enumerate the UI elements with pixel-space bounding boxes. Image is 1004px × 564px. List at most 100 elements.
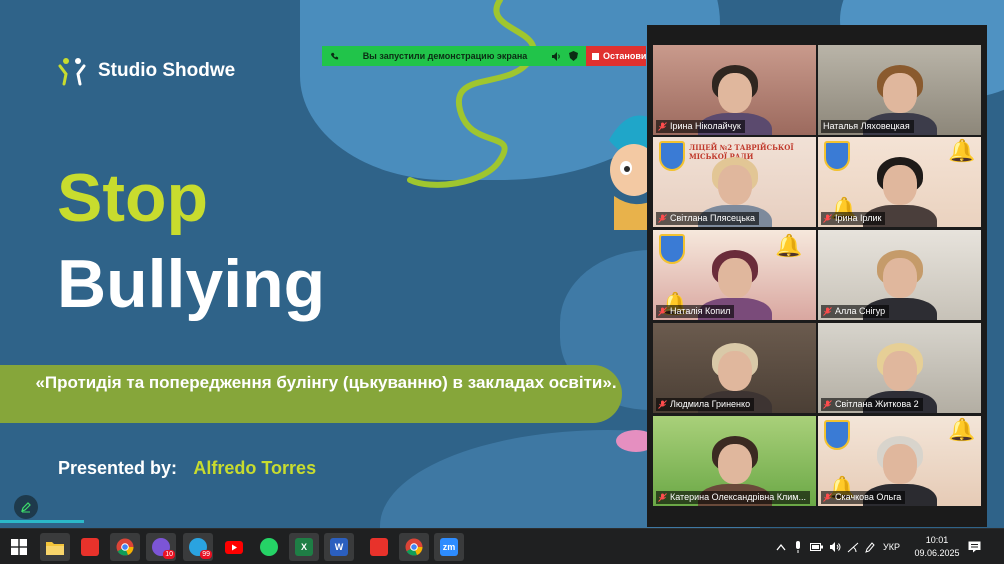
- taskbar-viber-app[interactable]: 10: [146, 533, 176, 561]
- participant-name: Світлана Житкова 2: [835, 399, 919, 409]
- speaker-icon[interactable]: [551, 51, 561, 61]
- participant-name-tag: Світлана Плясецька: [656, 212, 760, 225]
- participant-tile[interactable]: Світлана Житкова 2: [818, 323, 981, 413]
- annotate-pen-button[interactable]: [14, 495, 38, 519]
- mic-muted-icon: [823, 493, 832, 502]
- mic-muted-icon: [658, 493, 667, 502]
- participant-tile[interactable]: 🔔 🔔 Наталія Копил: [653, 230, 816, 320]
- taskbar-chrome-app[interactable]: [110, 533, 140, 561]
- input-language[interactable]: УКР: [883, 542, 900, 552]
- mic-muted-icon: [658, 307, 667, 316]
- system-clock[interactable]: 10:01 09.06.2025: [908, 534, 966, 560]
- person-face: [717, 258, 752, 298]
- taskbar-youtube-app[interactable]: [219, 533, 249, 561]
- mic-muted-icon: [658, 400, 667, 409]
- slide-progress: [0, 520, 84, 523]
- participant-name: Людмила Гриненко: [670, 399, 751, 409]
- chrome-icon: [116, 538, 134, 556]
- participant-name-tag: Скачкова Ольга: [821, 491, 906, 504]
- participant-tile[interactable]: Катерина Олександрівна Клим...: [653, 416, 816, 506]
- word-icon: W: [330, 538, 348, 556]
- whatsapp-icon: [260, 538, 278, 556]
- decor-squiggle: [407, 0, 537, 188]
- clock-date: 09.06.2025: [914, 548, 960, 558]
- bell-icon: 🔔: [948, 138, 976, 163]
- participant-name: Алла Снігур: [835, 306, 886, 316]
- participant-name-tag: Наталія Копил: [656, 305, 735, 318]
- unread-badge: 10: [163, 550, 175, 559]
- participant-name: Наталія Копил: [670, 306, 731, 316]
- stop-share-label: Остановить: [603, 51, 646, 61]
- mic-muted-icon: [823, 214, 832, 223]
- participant-tile[interactable]: 🔔 🔔 Ірина Ірлик: [818, 137, 981, 227]
- system-tray: УКР: [776, 529, 900, 564]
- stop-icon: [592, 52, 599, 60]
- taskbar-start-button[interactable]: [4, 533, 34, 561]
- participant-name-tag: Людмила Гриненко: [656, 398, 755, 411]
- school-crest-icon: [824, 420, 850, 450]
- participant-tile[interactable]: Алла Снігур: [818, 230, 981, 320]
- taskbar-word-app[interactable]: W: [324, 533, 354, 561]
- taskbar-whatsapp-app[interactable]: [254, 533, 284, 561]
- person-face: [882, 258, 917, 298]
- presenter-name: Alfredo Torres: [193, 458, 317, 478]
- participant-name-tag: Світлана Житкова 2: [821, 398, 923, 411]
- participant-name-tag: Ірина Ірлик: [821, 212, 886, 225]
- chrome-icon: [405, 538, 423, 556]
- participant-name: Ірина Ніколайчук: [670, 121, 741, 131]
- presented-by-label: Presented by:: [58, 458, 178, 478]
- taskbar-pdf-app[interactable]: [364, 533, 394, 561]
- mic-muted-icon: [658, 214, 667, 223]
- excel-icon: X: [295, 538, 313, 556]
- taskbar-excel-app[interactable]: X: [289, 533, 319, 561]
- person-face: [882, 165, 917, 205]
- screen-share-bar: Вы запустили демонстрацию экрана Останов…: [322, 46, 646, 66]
- battery-icon[interactable]: [810, 543, 823, 551]
- mic-muted-icon: [658, 122, 667, 131]
- participant-tile[interactable]: Наталья Ляховецкая: [818, 45, 981, 135]
- clock-time: 10:01: [925, 535, 949, 545]
- participant-tile[interactable]: Людмила Гриненко: [653, 323, 816, 413]
- person-face: [717, 73, 752, 113]
- taskbar-file-explorer[interactable]: [40, 533, 70, 561]
- taskbar-chrome-app-2[interactable]: [399, 533, 429, 561]
- person-face: [882, 444, 917, 484]
- share-status-text: Вы запустили демонстрацию экрана: [362, 51, 528, 61]
- windows-logo-icon: [11, 539, 27, 555]
- participant-name-tag: Наталья Ляховецкая: [821, 120, 914, 133]
- participant-tile[interactable]: 🔔 🔔 Скачкова Ольга: [818, 416, 981, 506]
- microphone-icon[interactable]: [794, 541, 802, 553]
- share-status-pill[interactable]: Вы запустили демонстрацию экрана: [322, 46, 586, 66]
- zoom-icon: zm: [440, 538, 458, 556]
- chevron-up-icon[interactable]: [776, 543, 786, 551]
- pen-tray-icon[interactable]: [865, 541, 875, 553]
- network-icon[interactable]: [847, 542, 859, 553]
- participant-tile[interactable]: Ірина Ніколайчук: [653, 45, 816, 135]
- person-face: [717, 444, 752, 484]
- school-crest-icon: [659, 141, 685, 171]
- notifications-icon[interactable]: [968, 541, 981, 553]
- participant-name: Наталья Ляховецкая: [823, 121, 910, 131]
- mic-muted-icon: [823, 307, 832, 316]
- volume-icon[interactable]: [829, 542, 841, 552]
- stop-share-button[interactable]: Остановить: [586, 46, 646, 66]
- school-crest-icon: [824, 141, 850, 171]
- participant-tile[interactable]: ЛІЦЕЙ №2 ТАВРІЙСЬКОЇ МІСЬКОЇ РАДИ Світлан…: [653, 137, 816, 227]
- taskbar-zoom-app[interactable]: zm: [434, 533, 464, 561]
- participant-name: Скачкова Ольга: [835, 492, 902, 502]
- pen-icon: [21, 502, 31, 513]
- mic-muted-icon: [823, 400, 832, 409]
- acrobat-icon: [81, 538, 99, 556]
- youtube-icon: [225, 540, 243, 554]
- brand-logo: Studio Shodwe: [58, 56, 235, 86]
- taskbar-telegram-app[interactable]: 99: [183, 533, 213, 561]
- brand-name: Studio Shodwe: [98, 60, 236, 81]
- windows-taskbar: 10 99 X Wzm УКР 10:01 09.06.2025: [0, 528, 1004, 564]
- participant-name-tag: Алла Снігур: [821, 305, 890, 318]
- person-face: [882, 73, 917, 113]
- folder-icon: [46, 541, 64, 555]
- person-face: [882, 351, 917, 391]
- taskbar-acrobat-app[interactable]: [75, 533, 105, 561]
- school-crest-icon: [659, 234, 685, 264]
- shield-icon[interactable]: [569, 51, 578, 61]
